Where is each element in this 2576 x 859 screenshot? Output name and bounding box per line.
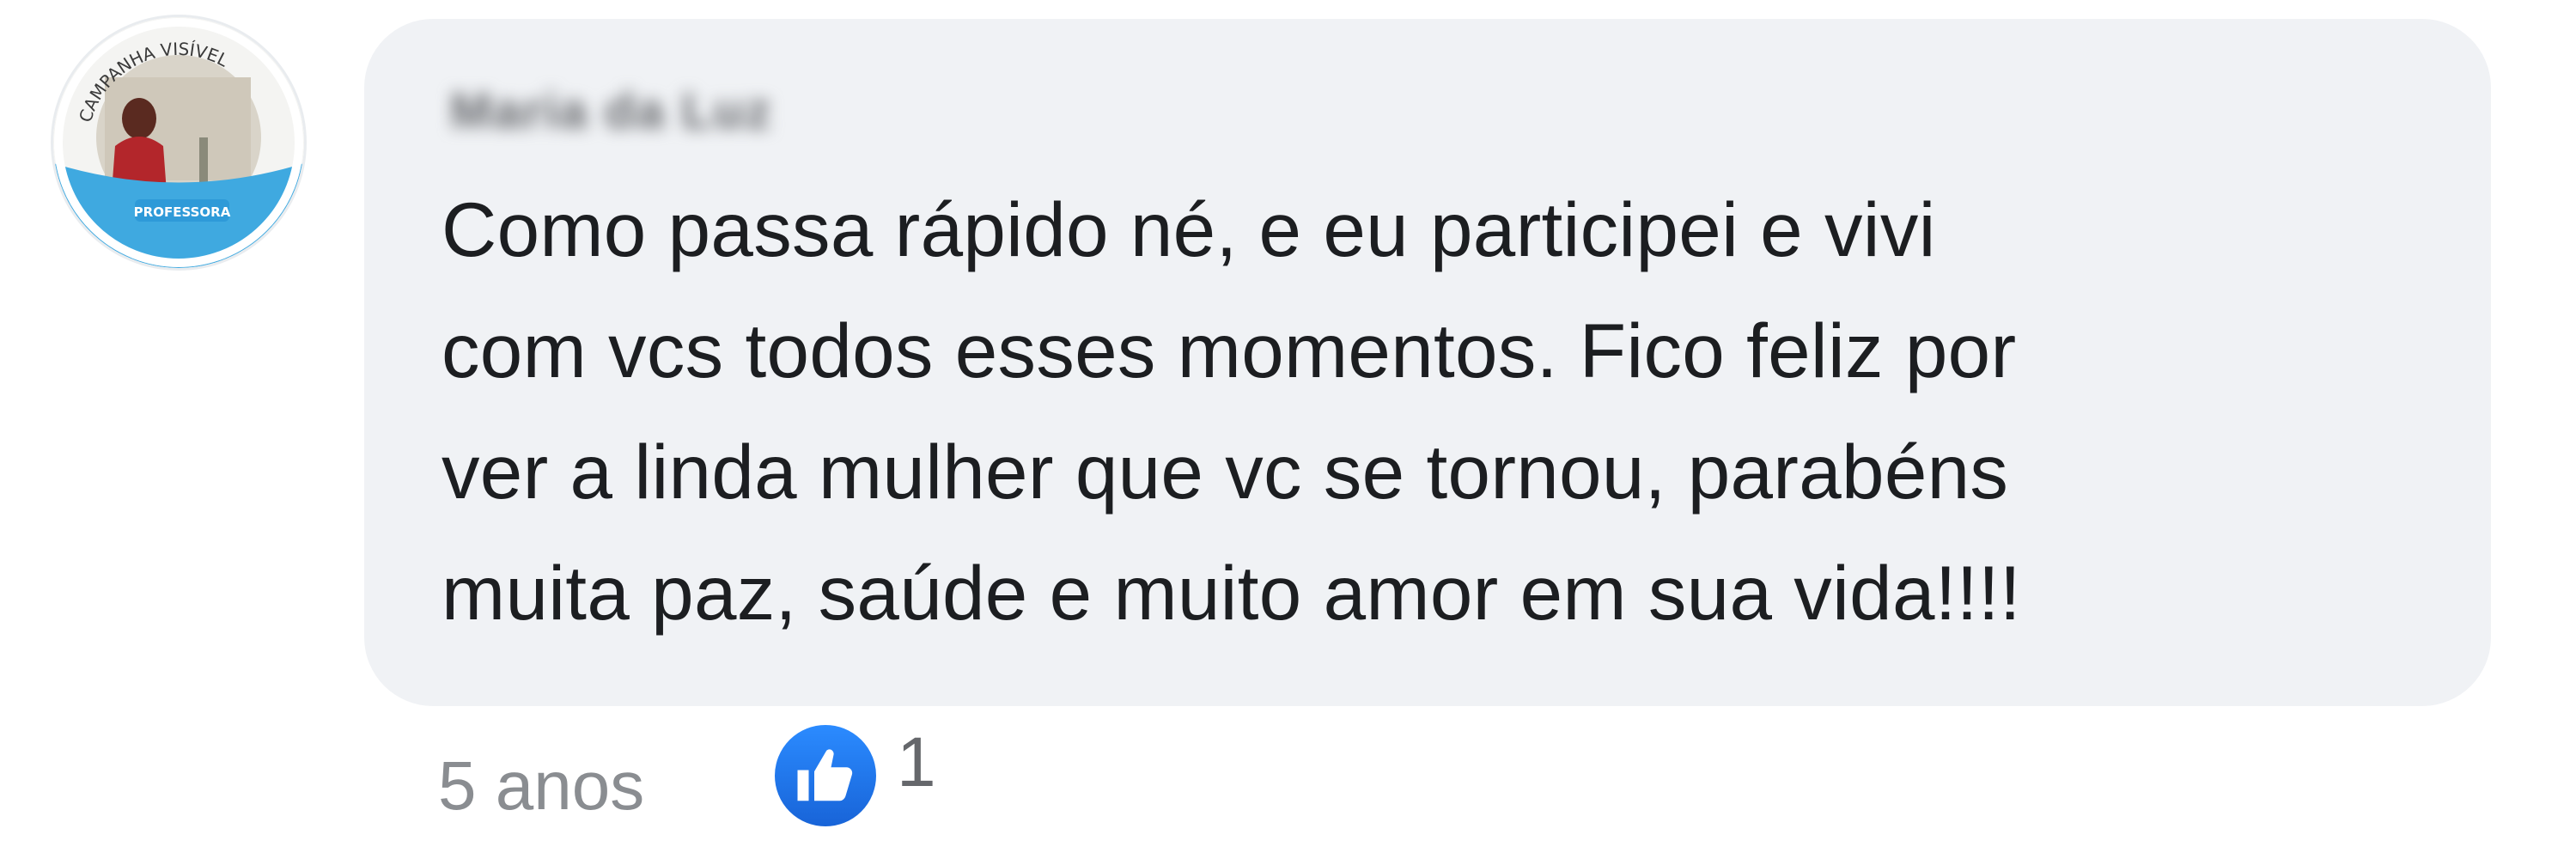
comment-bubble: Maria da Luz Como passa rápido né, e eu … — [364, 19, 2491, 706]
avatar-badge-text: PROFESSORA — [134, 204, 231, 220]
comment: CAMPANHA VISÍVEL PROFESSORA Maria da Luz… — [0, 0, 2576, 859]
avatar[interactable]: CAMPANHA VISÍVEL PROFESSORA — [53, 17, 304, 268]
avatar-image: CAMPANHA VISÍVEL PROFESSORA — [53, 17, 304, 268]
like-icon — [770, 720, 881, 832]
comment-text-line: Como passa rápido né, e eu participei e … — [442, 186, 1936, 272]
comment-text-line: ver a linda mulher que vc se tornou, par… — [442, 429, 2009, 515]
comment-text-line: com vcs todos esses momentos. Fico feliz… — [442, 308, 2017, 393]
author-name[interactable]: Maria da Luz — [450, 82, 772, 140]
comment-text: Como passa rápido né, e eu participei e … — [442, 169, 2443, 654]
reaction-count: 1 — [897, 723, 936, 801]
reaction-summary[interactable]: 1 — [770, 720, 936, 832]
comment-text-line: muita paz, saúde e muito amor em sua vid… — [442, 550, 2021, 636]
comment-meta: 5 anos — [438, 734, 644, 838]
timestamp-link[interactable]: 5 anos — [438, 746, 644, 825]
